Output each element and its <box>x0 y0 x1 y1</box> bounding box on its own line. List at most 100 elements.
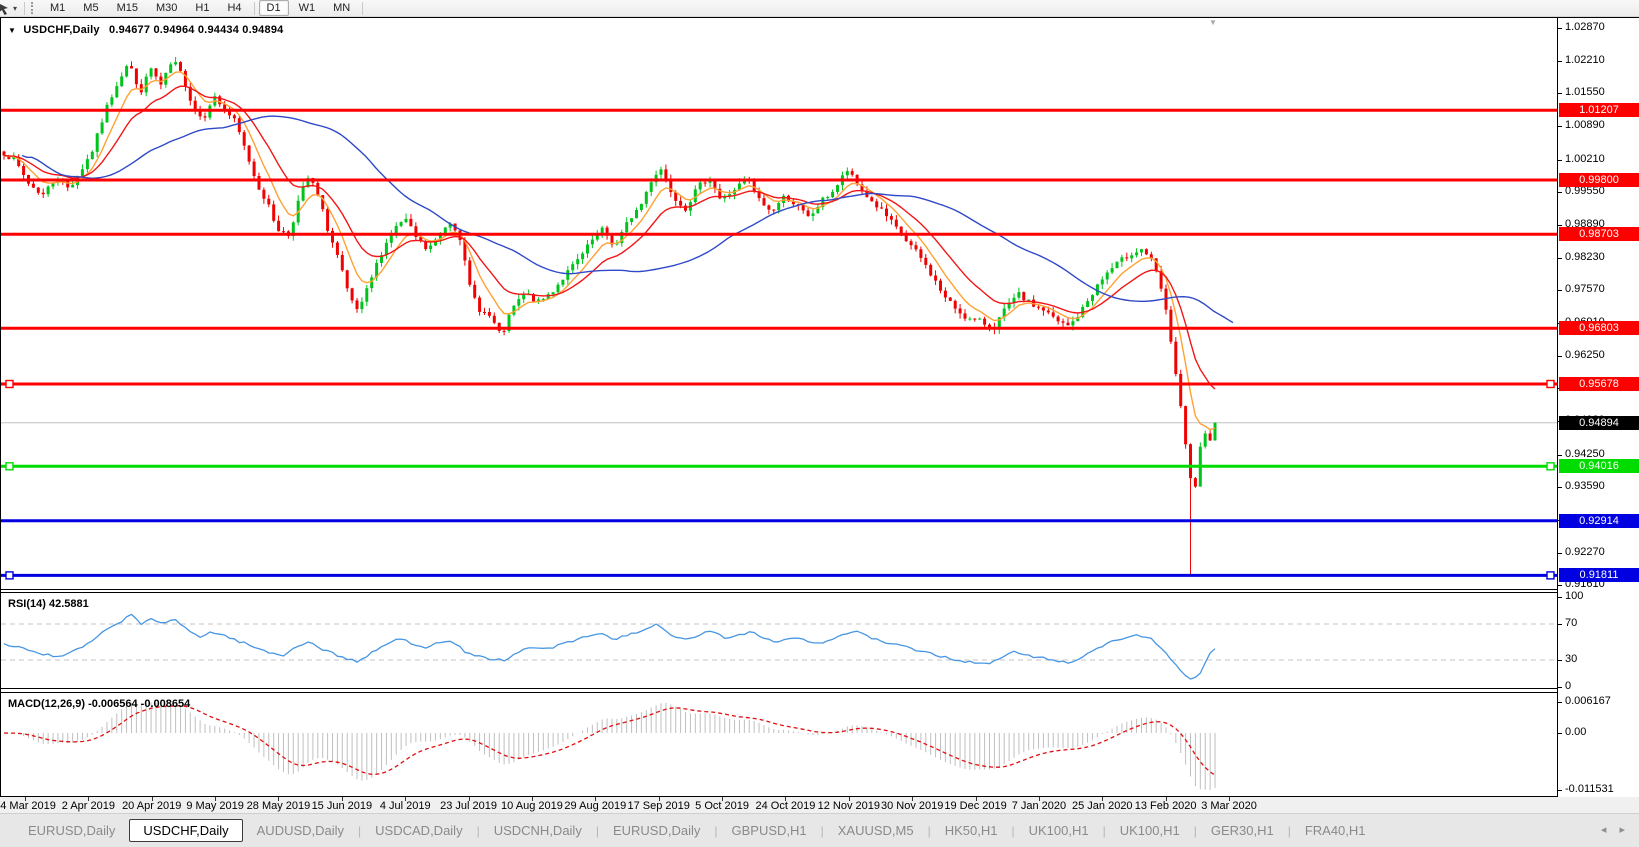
cursor-arrow-icon <box>0 2 11 15</box>
axis-tick <box>1558 258 1562 259</box>
macd-tick-label: 0.00 <box>1565 726 1586 738</box>
axis-tick <box>1558 290 1562 291</box>
price-tick-label: 0.96250 <box>1565 349 1605 361</box>
timeframe-button-m30[interactable]: M30 <box>148 0 185 16</box>
axis-tick <box>1558 126 1562 127</box>
rsi-tick-label: 70 <box>1565 617 1577 629</box>
timeframe-button-h1[interactable]: H1 <box>187 0 217 16</box>
chart-tab-audusd-daily[interactable]: AUDUSD,Daily <box>243 819 358 842</box>
timeframe-button-m15[interactable]: M15 <box>109 0 146 16</box>
ma-slow-line <box>22 116 1233 323</box>
chart-tabs: EURUSD,DailyUSDCHF,DailyAUDUSD,Daily|USD… <box>0 813 1639 847</box>
axis-tick <box>1558 733 1562 734</box>
level-price-badge: 0.95678 <box>1559 377 1639 391</box>
rsi-chart <box>1 593 1557 688</box>
rsi-tick-label: 30 <box>1565 653 1577 665</box>
toolbar-separator <box>362 2 363 15</box>
date-label: 24 Oct 2019 <box>755 800 815 812</box>
date-label: 25 Jan 2020 <box>1072 800 1133 812</box>
date-label: 4 Jul 2019 <box>380 800 431 812</box>
rsi-tick-label: 0 <box>1565 680 1571 692</box>
chart-area: ▼ USDCHF,Daily 0.94677 0.94964 0.94434 0… <box>0 17 1639 797</box>
price-tick-label: 1.02870 <box>1565 21 1605 33</box>
toolbar-separator <box>24 2 25 15</box>
current-price-badge: 0.94894 <box>1559 416 1639 430</box>
date-label: 2 Apr 2019 <box>62 800 115 812</box>
date-label: 12 Nov 2019 <box>818 800 880 812</box>
chart-tab-eurusd-daily[interactable]: EURUSD,Daily <box>599 819 714 842</box>
axis-tick <box>1558 624 1562 625</box>
toolbar-grip[interactable] <box>31 2 35 14</box>
date-label: 9 May 2019 <box>186 800 243 812</box>
level-price-badge: 0.91811 <box>1559 568 1639 582</box>
timeframe-button-h4[interactable]: H4 <box>219 0 249 16</box>
axis-tick <box>1558 225 1562 226</box>
timeframe-button-m5[interactable]: M5 <box>75 0 106 16</box>
chart-tab-hk50-h1[interactable]: HK50,H1 <box>931 819 1012 842</box>
axis-tick <box>1558 61 1562 62</box>
tab-scroll-right-icon[interactable]: ▸ <box>1619 824 1625 836</box>
price-tick-label: 0.94250 <box>1565 448 1605 460</box>
time-axis[interactable]: 14 Mar 20192 Apr 201920 Apr 20199 May 20… <box>0 797 1639 813</box>
axis-tick <box>1558 790 1562 791</box>
symbol-dropdown-icon[interactable]: ▼ <box>8 26 16 35</box>
cursor-tool-icon[interactable] <box>0 2 11 15</box>
chart-tab-eurusd-daily[interactable]: EURUSD,Daily <box>14 819 129 842</box>
chart-tab-usdchf-daily[interactable]: USDCHF,Daily <box>129 819 242 842</box>
chart-tab-gbpusd-h1[interactable]: GBPUSD,H1 <box>717 819 820 842</box>
axis-tick <box>1558 553 1562 554</box>
chart-tab-xauusd-m5[interactable]: XAUUSD,M5 <box>824 819 928 842</box>
date-label: 28 May 2019 <box>247 800 311 812</box>
tab-scroll-left-icon[interactable]: ◂ <box>1601 824 1607 836</box>
price-tick-label: 1.00210 <box>1565 153 1605 165</box>
axis-tick <box>1558 93 1562 94</box>
candlestick-chart <box>1 18 1557 589</box>
ma-mid-line <box>4 86 1215 389</box>
date-label: 29 Aug 2019 <box>564 800 626 812</box>
date-label: 13 Feb 2020 <box>1135 800 1197 812</box>
mt4-window: ▾ M1M5M15M30H1H4 D1W1MN ▼ USDCHF,Daily 0.… <box>0 0 1639 847</box>
axis-tick <box>1558 687 1562 688</box>
axis-tick <box>1558 660 1562 661</box>
macd-panel[interactable]: MACD(12,26,9) -0.006564 -0.008654 <box>1 692 1557 797</box>
chart-symbol-label: USDCHF,Daily <box>23 24 99 36</box>
macd-tick-label: 0.006167 <box>1565 695 1611 707</box>
chevron-down-icon[interactable]: ▾ <box>13 4 17 13</box>
date-label: 30 Nov 2019 <box>881 800 943 812</box>
timeframe-button-m1[interactable]: M1 <box>42 0 73 16</box>
rsi-panel[interactable]: RSI(14) 42.5881 <box>1 592 1557 689</box>
date-label: 10 Aug 2019 <box>501 800 563 812</box>
price-tick-label: 0.98230 <box>1565 251 1605 263</box>
timeframe-button-mn[interactable]: MN <box>325 0 358 16</box>
axis-tick <box>1558 455 1562 456</box>
price-tick-label: 0.99550 <box>1565 185 1605 197</box>
date-label: 3 Mar 2020 <box>1201 800 1257 812</box>
timeframe-button-w1[interactable]: W1 <box>291 0 324 16</box>
timeframe-button-d1[interactable]: D1 <box>259 0 289 16</box>
macd-chart <box>1 693 1557 796</box>
chart-tab-uk100-h1[interactable]: UK100,H1 <box>1106 819 1194 842</box>
chart-tab-uk100-h1[interactable]: UK100,H1 <box>1015 819 1103 842</box>
scroll-position-icon[interactable]: ▼ <box>1209 18 1217 27</box>
chart-tab-usdcnh-daily[interactable]: USDCNH,Daily <box>480 819 596 842</box>
price-panel[interactable]: ▼ USDCHF,Daily 0.94677 0.94964 0.94434 0… <box>1 18 1557 590</box>
date-label: 5 Oct 2019 <box>695 800 749 812</box>
chart-tab-ger30-h1[interactable]: GER30,H1 <box>1197 819 1288 842</box>
chart-tab-usdcad-daily[interactable]: USDCAD,Daily <box>361 819 476 842</box>
date-label: 19 Dec 2019 <box>944 800 1006 812</box>
rsi-label: RSI(14) 42.5881 <box>8 598 89 610</box>
macd-tick-label: -0.011531 <box>1565 783 1614 795</box>
chart-ohlc-values: 0.94677 0.94964 0.94434 0.94894 <box>109 24 283 36</box>
level-price-badge: 0.94016 <box>1559 459 1639 473</box>
chart-tab-fra40-h1[interactable]: FRA40,H1 <box>1291 819 1380 842</box>
level-price-badge: 0.99800 <box>1559 173 1639 187</box>
price-tick-label: 0.93590 <box>1565 480 1605 492</box>
axis-tick <box>1558 487 1562 488</box>
date-label: 20 Apr 2019 <box>122 800 181 812</box>
axis-tick <box>1558 356 1562 357</box>
price-axis[interactable]: 1.028701.022101.015501.008901.002100.995… <box>1557 18 1639 797</box>
date-label: 23 Jul 2019 <box>440 800 497 812</box>
date-label: 15 Jun 2019 <box>312 800 373 812</box>
timeframe-toolbar: ▾ M1M5M15M30H1H4 D1W1MN <box>0 0 1639 17</box>
date-label: 7 Jan 2020 <box>1012 800 1066 812</box>
